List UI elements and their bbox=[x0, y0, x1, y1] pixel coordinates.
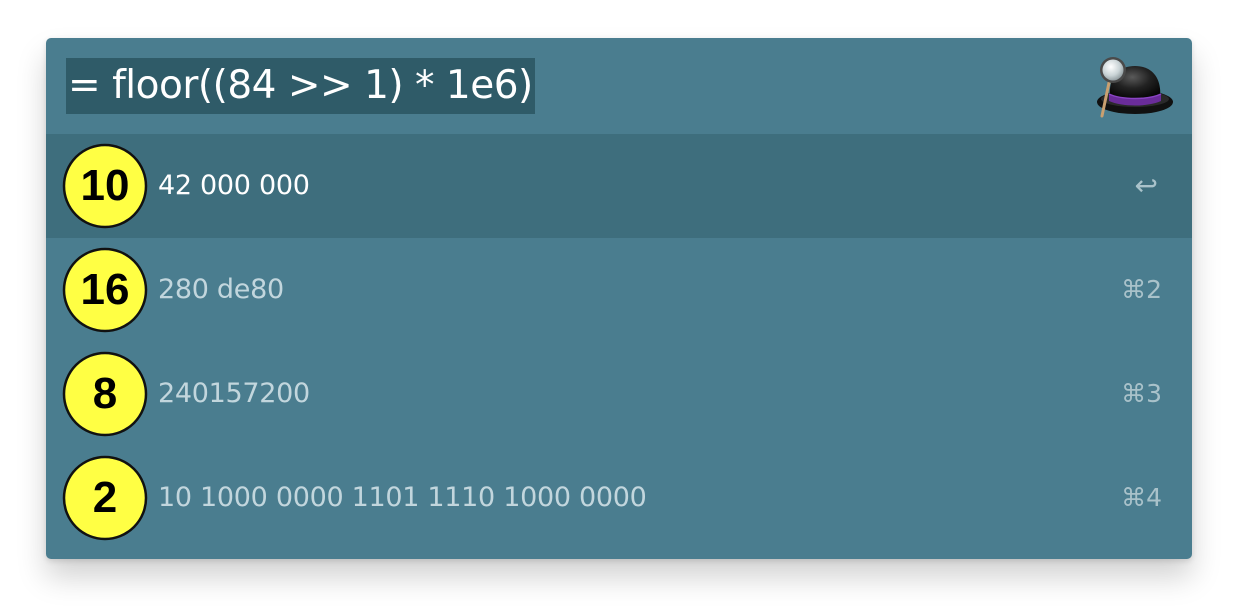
result-row[interactable]: 2 10 1000 0000 1101 1110 1000 0000 ⌘4 bbox=[46, 446, 1192, 550]
result-value: 10 1000 0000 1101 1110 1000 0000 bbox=[158, 482, 647, 513]
return-shortcut: ↩ bbox=[1134, 169, 1158, 202]
query-bar: = floor((84 >> 1) * 1e6) bbox=[46, 38, 1192, 134]
badge-label: 10 bbox=[81, 161, 130, 210]
badge-label: 8 bbox=[93, 369, 117, 418]
base-badge-icon: 8 bbox=[62, 351, 148, 437]
cmd-shortcut: ⌘2 bbox=[1121, 275, 1162, 304]
result-row[interactable]: 10 42 000 000 ↩ bbox=[46, 134, 1192, 238]
cmd-shortcut: ⌘4 bbox=[1121, 483, 1162, 512]
result-value: 280 de80 bbox=[158, 274, 284, 305]
result-row[interactable]: 8 240157200 ⌘3 bbox=[46, 342, 1192, 446]
base-badge-icon: 16 bbox=[62, 247, 148, 333]
base-badge-icon: 2 bbox=[62, 455, 148, 541]
alfred-hat-icon bbox=[1097, 57, 1173, 118]
base-badge-icon: 10 bbox=[62, 143, 148, 229]
query-input[interactable]: = floor((84 >> 1) * 1e6) bbox=[66, 58, 535, 114]
alfred-window: = floor((84 >> 1) * 1e6) 10 42 000 000 ↩… bbox=[46, 38, 1192, 559]
result-value: 42 000 000 bbox=[158, 170, 310, 201]
result-value: 240157200 bbox=[158, 378, 310, 409]
cmd-shortcut: ⌘3 bbox=[1121, 379, 1162, 408]
badge-label: 2 bbox=[93, 473, 117, 522]
result-row[interactable]: 16 280 de80 ⌘2 bbox=[46, 238, 1192, 342]
badge-label: 16 bbox=[81, 265, 130, 314]
